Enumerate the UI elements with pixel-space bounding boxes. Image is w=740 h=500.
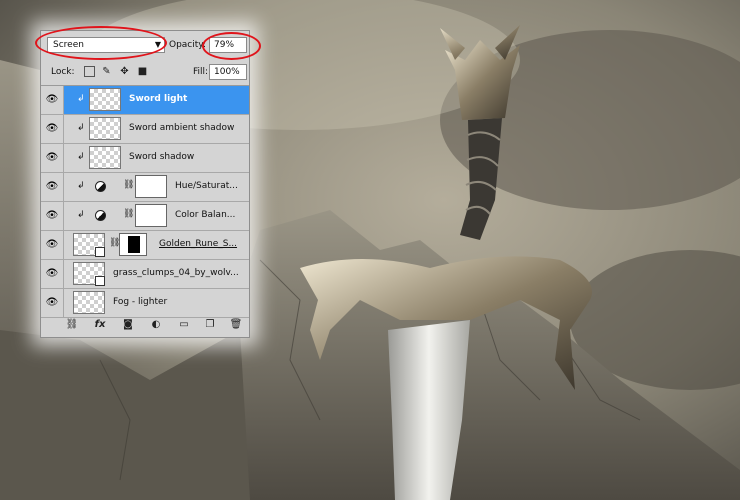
clipping-arrow-icon: ↲ [77,152,85,162]
eye-icon[interactable]: 👁 [41,115,64,143]
blend-options-bar: Screen ▼ Opacity: 79% [35,26,261,61]
layer-name: grass_clumps_04_by_wolv... [113,268,239,278]
layer-row-fog-lighter[interactable]: 👁 Fog - lighter [41,289,249,318]
fill-input[interactable]: 100% [209,64,247,80]
opacity-input[interactable]: 79% [209,37,247,53]
lock-position-icon[interactable]: ✥ [119,66,130,77]
layer-name: Golden_Rune_S... [159,239,238,249]
eye-icon[interactable]: 👁 [41,202,64,230]
clipping-arrow-icon: ↲ [77,94,85,104]
new-layer-icon[interactable]: ❐ [203,319,217,330]
layer-row-sword-ambient-shadow[interactable]: 👁 ↲ Sword ambient shadow [41,115,249,144]
clipping-arrow-icon: ↲ [77,123,85,133]
layer-row-color-balance[interactable]: 👁 ↲ ⛓ Color Balan... [41,202,249,231]
layer-name: Color Balan... [175,210,236,220]
layer-thumbnail [89,146,121,169]
lock-label: Lock: [51,67,75,77]
layer-name: Sword ambient shadow [129,123,235,133]
lock-transparent-pixels-icon[interactable] [84,66,95,77]
layer-list: 👁 ↲ Sword light 👁 ↲ Sword ambient shadow… [41,86,249,318]
lock-all-icon[interactable]: ■ [137,66,148,77]
blend-mode-select[interactable]: Screen ▼ [47,37,165,53]
layer-name: Fog - lighter [113,297,168,307]
trash-icon[interactable]: 🗑 [229,319,243,330]
layer-row-sword-light[interactable]: 👁 ↲ Sword light [41,86,249,115]
chevron-down-icon: ▼ [154,40,161,49]
layer-name: Sword light [129,94,188,104]
fill-label: Fill: [193,67,209,77]
smart-object-icon [95,276,105,286]
eye-icon[interactable]: 👁 [41,289,64,317]
layer-mask-thumbnail [119,233,147,256]
add-mask-icon[interactable]: ◙ [121,319,135,330]
lock-image-pixels-icon[interactable]: ✎ [101,66,112,77]
adjustment-layer-icon [95,181,106,192]
layer-mask-thumbnail [135,175,167,198]
opacity-label: Opacity: [169,40,206,50]
layer-row-grass-clumps[interactable]: 👁 grass_clumps_04_by_wolv... [41,260,249,289]
layer-thumbnail [89,88,121,111]
fx-icon[interactable]: fx [93,319,107,330]
adjustment-layer-icon[interactable]: ◐ [149,319,163,330]
link-icon[interactable]: ⛓ [65,319,79,330]
layer-row-sword-shadow[interactable]: 👁 ↲ Sword shadow [41,144,249,173]
layer-row-hue-saturation[interactable]: 👁 ↲ ⛓ Hue/Saturat... [41,173,249,202]
layer-thumbnail [89,117,121,140]
eye-icon[interactable]: 👁 [41,86,64,114]
eye-icon[interactable]: 👁 [41,144,64,172]
eye-icon[interactable]: 👁 [41,231,64,259]
layer-mask-thumbnail [135,204,167,227]
layer-actions-bar: ⛓ fx ◙ ◐ ▭ ❐ 🗑 [41,315,249,337]
eye-icon[interactable]: 👁 [41,260,64,288]
folder-icon[interactable]: ▭ [177,319,191,330]
clipping-arrow-icon: ↲ [77,181,85,191]
smart-object-icon [95,247,105,257]
blend-mode-value: Screen [53,40,84,50]
layer-name: Sword shadow [129,152,195,162]
adjustment-layer-icon [95,210,106,221]
lock-bar: Lock: ✎ ✥ ■ Fill: 100% [41,61,249,86]
layer-thumbnail [73,291,105,314]
mask-shape [128,236,140,253]
layer-name: Hue/Saturat... [175,181,238,191]
eye-icon[interactable]: 👁 [41,173,64,201]
layers-panel: Screen ▼ Opacity: 79% Lock: ✎ ✥ ■ Fill: … [35,26,261,338]
layer-row-golden-rune[interactable]: 👁 ⛓ Golden_Rune_S... [41,231,249,260]
link-icon: ⛓ [123,209,135,219]
link-icon: ⛓ [123,180,135,190]
clipping-arrow-icon: ↲ [77,210,85,220]
